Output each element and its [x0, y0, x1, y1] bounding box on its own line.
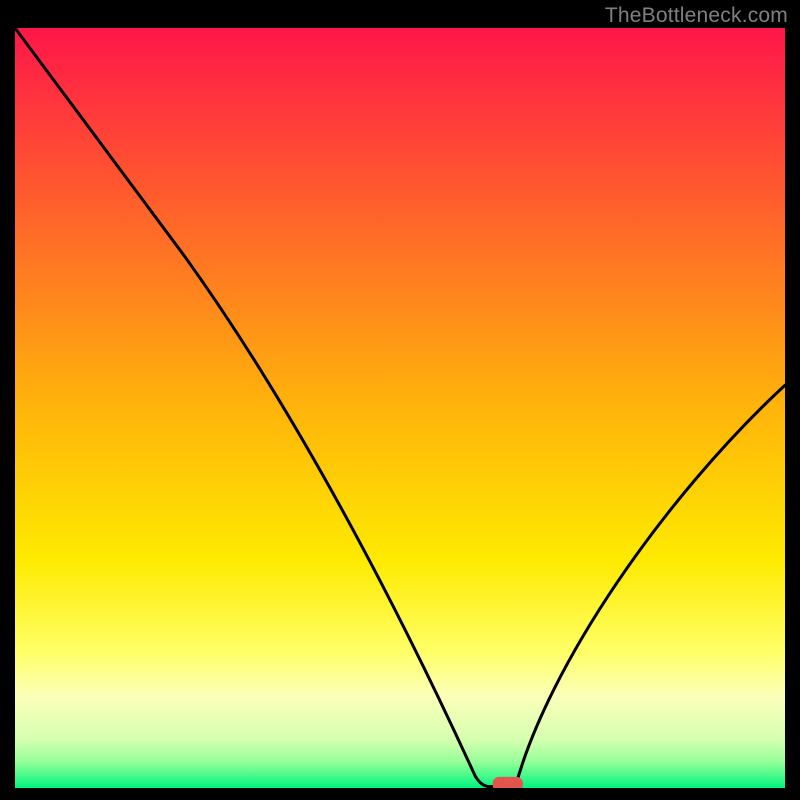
plot-area	[15, 28, 785, 788]
chart-svg	[15, 28, 785, 788]
watermark-text: TheBottleneck.com	[605, 4, 788, 28]
chart-container: TheBottleneck.com	[0, 0, 800, 800]
gradient-background	[15, 28, 785, 788]
optimum-marker	[493, 777, 522, 788]
